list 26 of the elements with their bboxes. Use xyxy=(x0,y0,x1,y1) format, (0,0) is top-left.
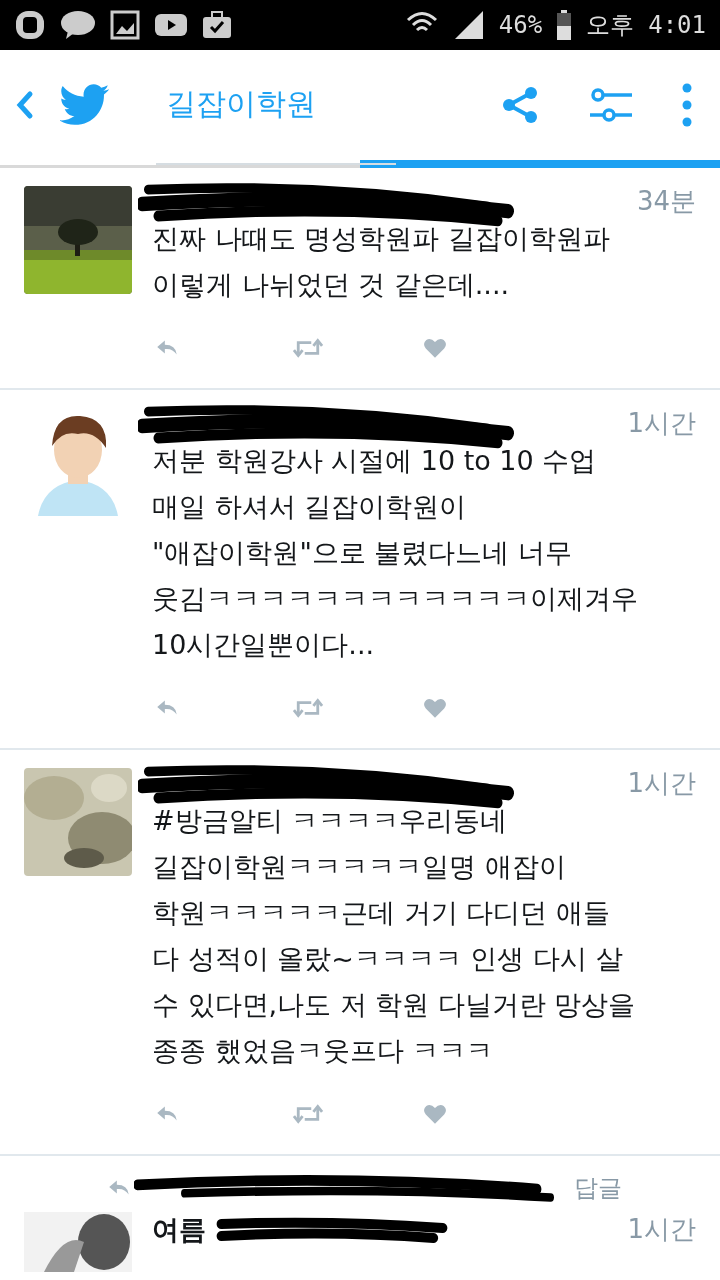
tab-indicator[interactable] xyxy=(0,165,360,168)
battery-percent: 46% xyxy=(498,11,543,39)
tweet-text: #방금알티 ㅋㅋㅋㅋ우리동네 길잡이학원ㅋㅋㅋㅋㅋ일명 애잡이 학원ㅋㅋㅋㅋㅋ근데 거기 다디던 애들 다 성적이 올랐~ㅋㅋㅋㅋ 인생 다시 살 수 있다면,나도 저 학원 다닐거란 망상을 종종 했었음ㅋ웃프다 ㅋㅋㅋ xyxy=(152,804,637,1068)
clock-period: 오후 xyxy=(586,10,635,41)
tweet-time: 34분 xyxy=(636,184,696,218)
clock-time: 4:01 xyxy=(648,11,706,39)
tweet-time: 1시간 xyxy=(627,1213,696,1246)
app-icon xyxy=(14,9,46,41)
image-icon xyxy=(110,9,140,41)
tweet-time: 1시간 xyxy=(627,406,696,440)
briefcase-icon xyxy=(202,9,232,41)
tab-indicator[interactable] xyxy=(360,160,720,168)
filter-icon[interactable] xyxy=(588,85,634,125)
tweet-text: 저분 학원강사 시절에 10 to 10 수업 매일 하셔서 길잡이학원이 "애잡이학원"으로 불렸다느네 너무 웃김ㅋㅋㅋㅋㅋㅋㅋㅋㅋㅋㅋㅋ이제겨우 10시간일뿐이다... xyxy=(152,444,639,662)
share-icon[interactable] xyxy=(500,85,540,125)
retweet-icon[interactable] xyxy=(290,1101,326,1127)
retweet-icon[interactable] xyxy=(290,335,326,361)
tweet-text: 진짜 나때도 명성학원파 길잡이학원파 이렇게 나뉘었던 것 같은데.... xyxy=(152,222,611,302)
user-name: 여름 xyxy=(152,1213,206,1247)
retweet-icon[interactable] xyxy=(290,695,326,721)
battery-icon xyxy=(556,9,573,41)
tweet-time: 1시간 xyxy=(627,766,696,800)
chat-icon xyxy=(60,9,96,41)
reply-context: 답글 xyxy=(574,1173,622,1204)
more-icon[interactable] xyxy=(682,83,692,127)
bird-icon xyxy=(60,84,110,126)
